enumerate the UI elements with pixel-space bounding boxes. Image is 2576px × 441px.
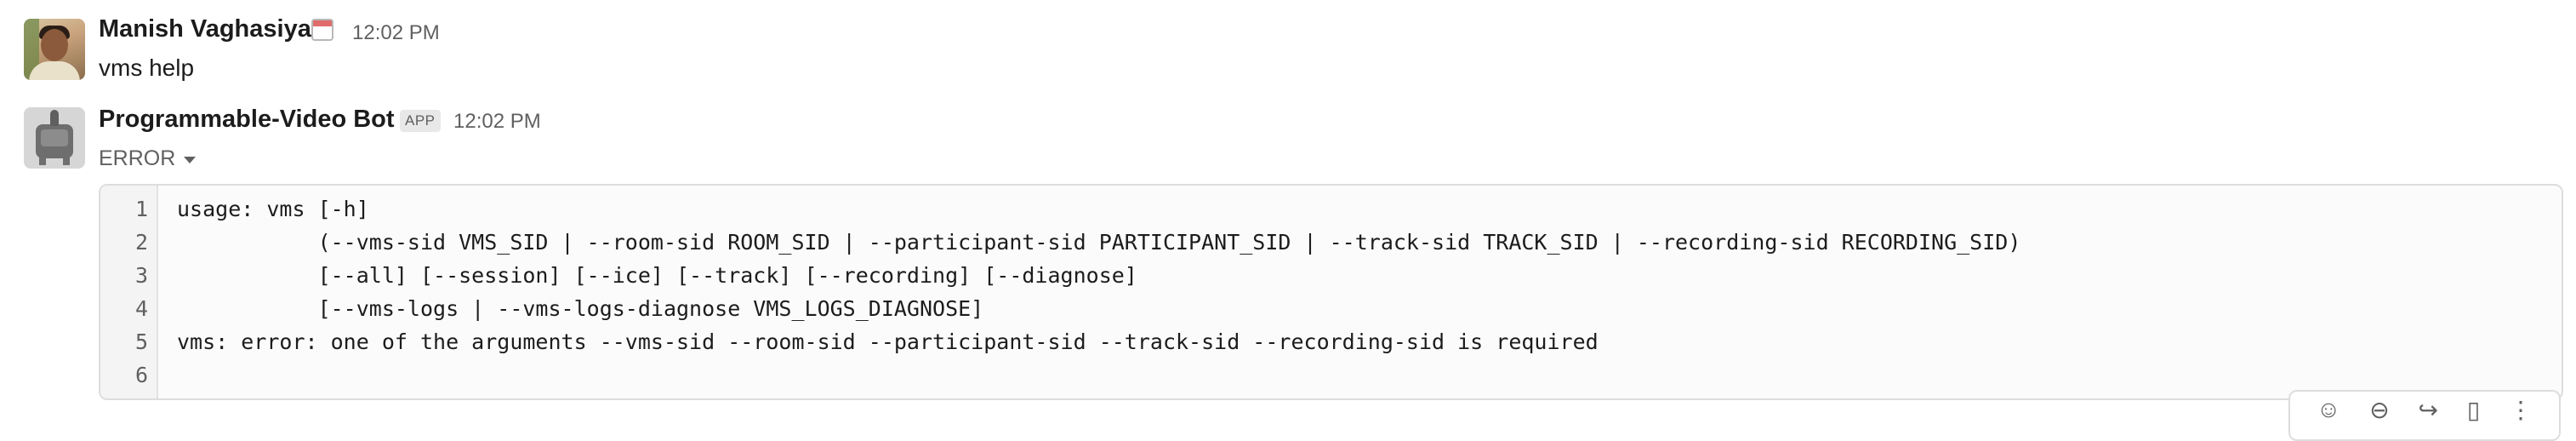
avatar[interactable] (24, 19, 85, 80)
share-icon[interactable]: ↪ (2419, 396, 2438, 424)
line-number: 2 (134, 230, 148, 255)
message-time[interactable]: 12:02 PM (453, 110, 541, 134)
emoji-reaction-icon[interactable]: ☺ (2317, 396, 2341, 423)
code-line: usage: vms [-h] (177, 197, 369, 221)
line-number: 6 (134, 363, 148, 387)
line-number: 1 (134, 197, 148, 221)
chevron-down-icon (184, 157, 197, 163)
bookmark-icon[interactable]: ▯ (2467, 396, 2480, 424)
message-text: vms help (99, 54, 195, 81)
code-line: [--vms-logs | --vms-logs-diagnose VMS_LO… (177, 296, 984, 321)
line-number: 4 (134, 296, 148, 321)
author-name[interactable]: Manish Vaghasiya (99, 15, 311, 43)
message-actions-toolbar: ☺ ⊖ ↪ ▯ ⋮ (2288, 390, 2561, 441)
avatar-face (41, 29, 68, 61)
line-number: 3 (134, 263, 148, 288)
code-line: [--all] [--session] [--ice] [--track] [-… (177, 263, 1137, 288)
status-dropdown[interactable]: ERROR (99, 146, 197, 171)
code-line: (--vms-sid VMS_SID | --room-sid ROOM_SID… (177, 230, 2021, 255)
bot-name[interactable]: Programmable-Video Bot (99, 106, 395, 134)
line-number: 5 (134, 329, 148, 354)
more-icon[interactable]: ⋮ (2509, 396, 2533, 424)
antenna-icon (36, 110, 73, 165)
status-label: ERROR (99, 146, 176, 170)
code-block: 1 usage: vms [-h] 2 (--vms-sid VMS_SID |… (99, 184, 2563, 400)
bot-avatar[interactable] (24, 107, 85, 169)
reply-icon[interactable]: ⊖ (2369, 396, 2389, 424)
message-time[interactable]: 12:02 PM (352, 21, 440, 45)
app-badge: APP (400, 110, 441, 132)
code-line: vms: error: one of the arguments --vms-s… (177, 329, 1599, 354)
calendar-icon (311, 19, 333, 41)
